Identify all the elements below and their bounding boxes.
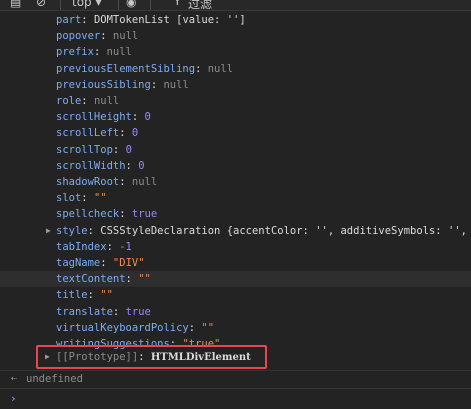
property-row: previousSibling: null (56, 78, 189, 91)
property-row: spellcheck: true (56, 208, 158, 221)
property-key: tabIndex (56, 240, 107, 253)
property-row: role: null (56, 95, 120, 107)
property-key: previousSibling (56, 78, 151, 91)
toolbar-divider (150, 0, 151, 10)
property-value: null (93, 95, 120, 107)
property-key: previousElementSibling (56, 62, 196, 75)
property-key: shadowRoot (56, 176, 120, 188)
property-value: 0 (125, 143, 132, 156)
result-line: ⇠ undefined (0, 370, 471, 387)
property-value: null (106, 46, 132, 59)
property-row: scrollTop: 0 (56, 143, 132, 156)
prototype-row[interactable]: ▶ [[Prototype]]: HTMLDivElement (0, 349, 471, 365)
property-row[interactable]: ▶ style: CSSStyleDeclaration {accentColor… (0, 223, 471, 239)
property-row: popover: null (56, 30, 139, 43)
property-key: role (56, 95, 82, 107)
filter-icon: Y (174, 0, 181, 8)
property-row: part: DOMTokenList [value: ''] (56, 14, 246, 26)
property-row: tabIndex: -1 (56, 240, 132, 253)
property-value: null (131, 176, 158, 188)
property-key: scrollTop (56, 143, 113, 156)
property-value: true (125, 305, 151, 318)
property-value: null (207, 62, 234, 75)
property-row: previousElementSibling: null (56, 62, 234, 75)
console-toolbar: ▤ ⊘ top ▾ ◉ Y 过滤 (0, 0, 471, 11)
property-key: title (56, 289, 88, 302)
clear-console-icon[interactable]: ⊘ (36, 0, 46, 9)
property-key: scrollLeft (56, 127, 120, 140)
toolbar-divider (118, 0, 119, 10)
property-value: null (163, 78, 189, 91)
property-row: slot: "" (56, 192, 107, 205)
property-row: shadowRoot: null (56, 176, 158, 188)
property-value: 0 (131, 127, 139, 140)
return-arrow-icon: ⇠ (11, 373, 18, 384)
property-value: "" (138, 273, 151, 286)
property-row: title: "" (56, 289, 113, 302)
property-key: part (56, 14, 82, 26)
property-row: prefix: null (56, 46, 132, 59)
property-row: translate: true (56, 305, 151, 318)
property-value: null (112, 30, 139, 43)
prompt-chevron-icon: › (10, 392, 17, 405)
console-prompt[interactable]: › (0, 388, 471, 409)
property-key: style (56, 224, 88, 237)
property-value: 0 (144, 111, 151, 124)
property-value: -1 (119, 240, 132, 253)
toolbar-divider (60, 0, 61, 10)
property-row: textContent: "" (0, 271, 471, 288)
context-selector[interactable]: top ▾ (72, 0, 102, 9)
prototype-key: [[Prototype]] (56, 351, 139, 363)
property-key: spellcheck (56, 208, 120, 221)
property-value: 0 (138, 159, 145, 172)
property-key: virtualKeyboardPolicy (56, 321, 189, 334)
result-value: undefined (26, 373, 83, 385)
property-key: slot (56, 192, 82, 205)
property-row: virtualKeyboardPolicy: "" (56, 321, 215, 334)
property-value: CSSStyleDeclaration {accentColor: '', ad… (100, 224, 471, 237)
live-expression-eye-icon[interactable]: ◉ (126, 0, 136, 9)
expand-triangle-icon[interactable]: ▶ (45, 349, 50, 365)
property-key: tagName (56, 257, 101, 269)
property-value: "DIV" (112, 257, 145, 269)
property-key: translate (56, 305, 113, 318)
property-value: true (131, 208, 158, 221)
prototype-value: HTMLDivElement (150, 352, 251, 363)
property-row: scrollHeight: 0 (56, 111, 151, 124)
sidebar-toggle-icon[interactable]: ▤ (10, 0, 21, 9)
property-value: DOMTokenList [value: ''] (93, 14, 246, 26)
property-value: "" (93, 192, 107, 205)
property-row: scrollWidth: 0 (56, 159, 145, 172)
property-value: "" (100, 289, 113, 302)
property-key: popover (56, 30, 101, 43)
property-key: textContent (56, 273, 126, 286)
property-row: scrollLeft: 0 (56, 127, 139, 140)
property-key: scrollHeight (56, 111, 132, 124)
filter-input[interactable]: 过滤 (188, 0, 212, 10)
expand-triangle-icon[interactable]: ▶ (46, 223, 51, 239)
property-row: tagName: "DIV" (56, 257, 145, 269)
property-key: prefix (56, 46, 94, 59)
property-value: "" (201, 321, 215, 334)
property-key: scrollWidth (56, 159, 126, 172)
